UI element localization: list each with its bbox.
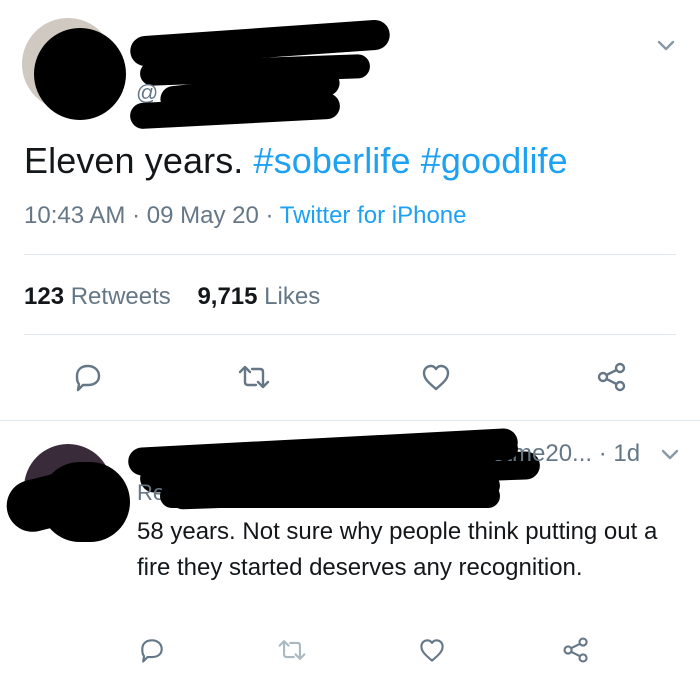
retweet-button[interactable]: [232, 355, 276, 399]
separator: ·: [265, 202, 274, 229]
hashtag-link[interactable]: #goodlife: [421, 140, 568, 181]
redaction-mark: [160, 484, 500, 508]
reply-icon: [75, 364, 101, 392]
separator: ·: [132, 202, 141, 229]
reply-icon: [141, 639, 163, 663]
share-button[interactable]: [554, 628, 598, 672]
share-icon: [563, 637, 588, 663]
divider: [0, 420, 700, 421]
tweet-stats: 123 Retweets 9,715 Likes: [24, 283, 320, 311]
reply-button[interactable]: [130, 628, 174, 672]
tweet-client-link[interactable]: Twitter for iPhone: [280, 202, 467, 229]
tweet-meta: 10:43 AM · 09 May 20 · Twitter for iPhon…: [24, 202, 466, 230]
reply-button[interactable]: [66, 355, 110, 399]
like-button[interactable]: [414, 355, 458, 399]
share-icon: [597, 362, 626, 392]
likes-stat[interactable]: 9,715 Likes: [197, 283, 320, 310]
reply-time: 1d: [613, 440, 641, 467]
redaction-mark: [40, 462, 130, 542]
tweet-date: 09 May 20: [146, 202, 259, 229]
retweet-icon: [238, 365, 270, 389]
retweets-stat[interactable]: 123 Retweets: [24, 283, 171, 310]
redaction-mark: [470, 438, 518, 460]
separator: ·: [598, 440, 607, 467]
divider: [24, 254, 676, 255]
chevron-down-icon[interactable]: [656, 441, 684, 469]
share-button[interactable]: [590, 355, 634, 399]
redaction-mark: [34, 28, 126, 120]
like-button[interactable]: [410, 628, 454, 672]
like-icon: [422, 364, 450, 391]
retweet-button[interactable]: [270, 628, 314, 672]
divider: [24, 334, 676, 335]
hashtag-link[interactable]: #soberlife: [254, 140, 411, 181]
tweet-text: Eleven years. #soberlife #goodlife: [24, 140, 568, 182]
like-icon: [420, 639, 444, 662]
retweet-icon: [278, 640, 306, 660]
reply-text: 58 years. Not sure why people think putt…: [137, 518, 658, 581]
tweet-time: 10:43 AM: [24, 202, 126, 229]
chevron-down-icon[interactable]: [652, 32, 680, 60]
tweet-body: Eleven years.: [24, 140, 244, 181]
